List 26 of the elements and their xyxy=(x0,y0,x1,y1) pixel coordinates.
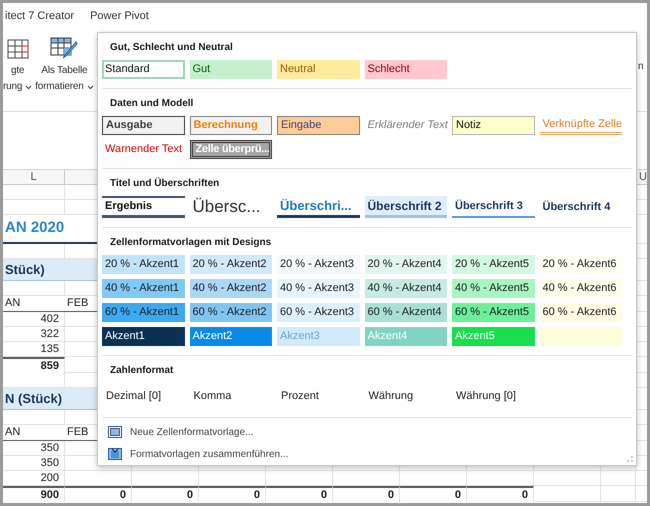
table-cell: 402 xyxy=(3,312,65,327)
table-cell: 322 xyxy=(3,327,65,342)
table-cell: 0 xyxy=(65,486,132,502)
table-cell: 135 xyxy=(3,342,65,357)
table-cell: 900 xyxy=(3,486,65,502)
table-cell: 0 xyxy=(333,486,400,502)
table-cell: 859 xyxy=(3,357,65,373)
sheet-title: AN 2020 xyxy=(3,215,94,244)
table-cell: 350 xyxy=(3,456,65,471)
table-cell: 0 xyxy=(400,486,467,502)
section-heading: Zahlenformat xyxy=(109,364,174,378)
table-cell: 0 xyxy=(266,486,333,502)
table-cell: 200 xyxy=(3,471,65,486)
ribbon-label: n xyxy=(638,60,644,74)
section-heading: Gut, Schlecht und Neutral xyxy=(109,41,234,55)
section-heading: Daten und Modell xyxy=(109,97,194,111)
table-cell: AN xyxy=(3,425,65,441)
table-cell: 0 xyxy=(467,486,534,502)
table-cell: N (Stück) xyxy=(3,388,94,410)
table-cell: AN xyxy=(3,296,65,312)
section-heading: Zellenformatvorlagen mit Designs xyxy=(109,236,272,250)
table-cell: 350 xyxy=(3,441,65,456)
section-heading: Titel und Überschriften xyxy=(109,177,220,191)
table-cell: Stück) xyxy=(3,259,94,281)
table-cell: 0 xyxy=(132,486,199,502)
table-cell: 0 xyxy=(199,486,266,502)
